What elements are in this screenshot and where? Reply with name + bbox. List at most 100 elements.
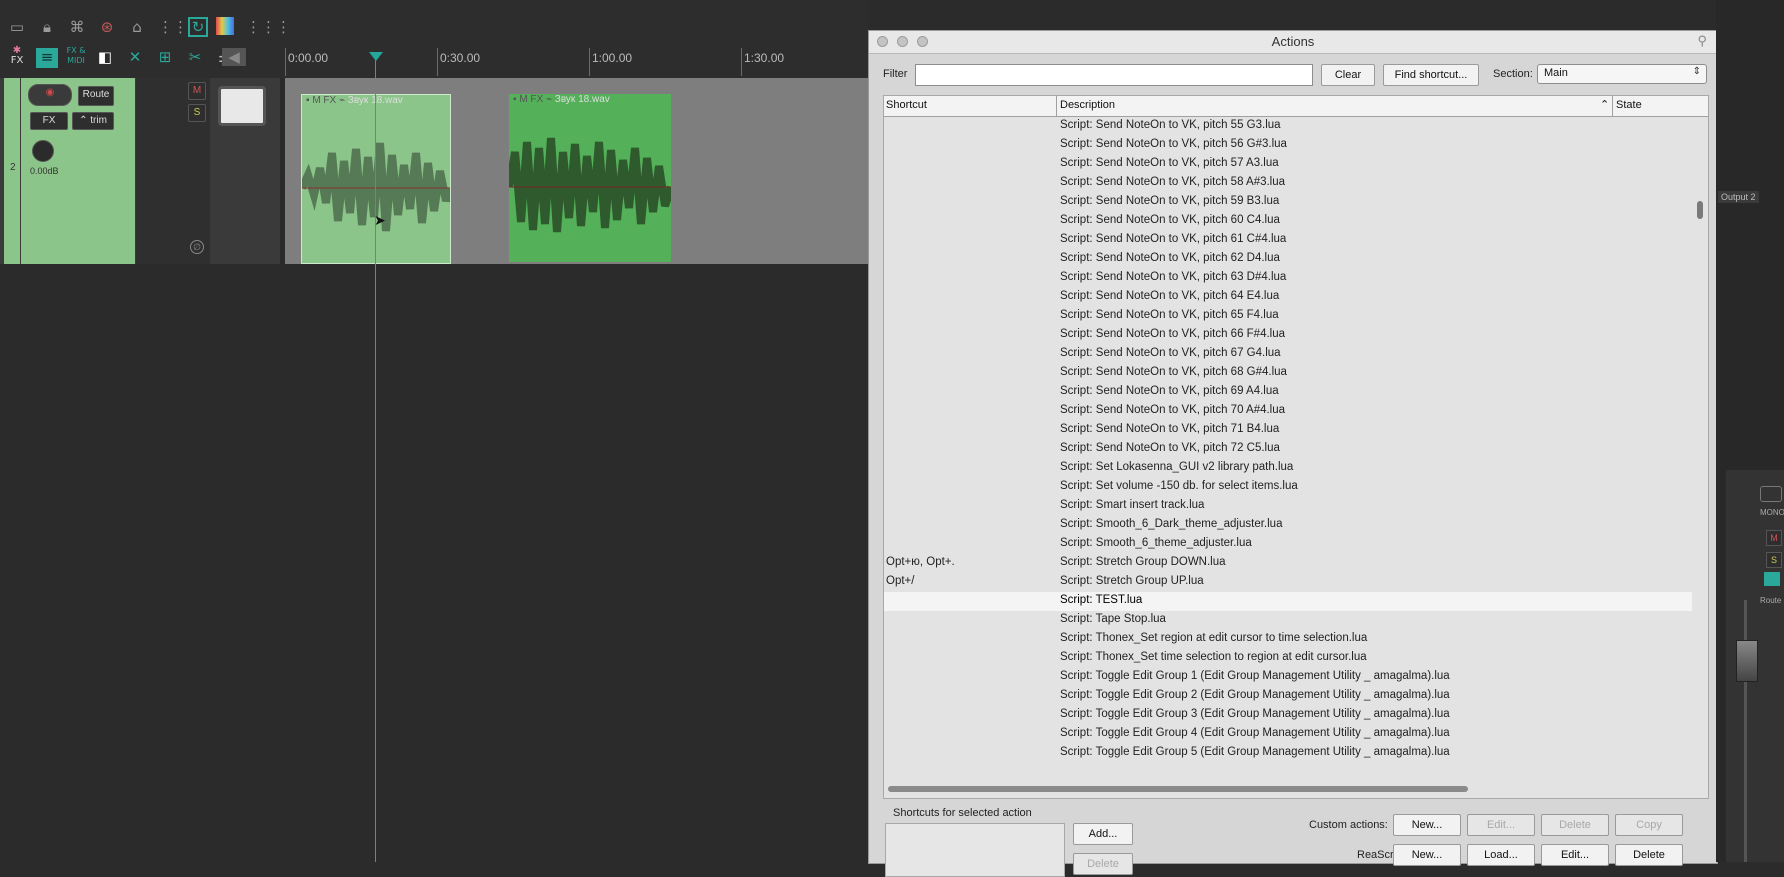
track-list-icon[interactable]: ≡ xyxy=(36,48,58,68)
table-row[interactable]: Script: Send NoteOn to VK, pitch 65 F4.l… xyxy=(884,307,1692,326)
table-row[interactable]: Script: Toggle Edit Group 4 (Edit Group … xyxy=(884,725,1692,744)
mixer-mute-button[interactable]: M xyxy=(1766,530,1782,546)
record-arm-button[interactable]: ◉ xyxy=(28,84,72,106)
table-row[interactable]: Script: Thonex_Set region at edit cursor… xyxy=(884,630,1692,649)
shortcuts-list[interactable] xyxy=(885,823,1065,877)
table-row[interactable]: Script: Thonex_Set time selection to reg… xyxy=(884,649,1692,668)
crossfade-icon[interactable]: ✕ xyxy=(126,48,144,66)
media-item[interactable]: ▪ M FX ⌁ Звук 18.wav xyxy=(301,94,451,264)
grid-icon[interactable]: ⋮⋮ xyxy=(158,18,188,36)
fx-button[interactable]: FX xyxy=(30,112,68,130)
horizontal-scroll-thumb[interactable] xyxy=(888,786,1468,792)
find-shortcut-button[interactable]: Find shortcut... xyxy=(1383,64,1479,86)
fx-midi-icon[interactable]: FX & MIDI xyxy=(62,46,90,68)
table-row[interactable]: Script: Send NoteOn to VK, pitch 61 C#4.… xyxy=(884,231,1692,250)
table-row[interactable]: Script: Send NoteOn to VK, pitch 68 G#4.… xyxy=(884,364,1692,383)
table-row[interactable]: Script: Send NoteOn to VK, pitch 56 G#3.… xyxy=(884,136,1692,155)
route-icon[interactable]: ⌘ xyxy=(68,18,86,36)
track-control-panel[interactable]: 2 ◉ Route FX ⌃ trim 0.00dB M S ∅ xyxy=(0,78,280,264)
reascript-delete-button[interactable]: Delete xyxy=(1615,844,1683,866)
state-column-header[interactable]: State xyxy=(1616,99,1642,111)
lock-icon[interactable]: 🔒︎ xyxy=(38,18,56,36)
playhead-marker-icon[interactable] xyxy=(369,52,383,61)
fader-handle[interactable] xyxy=(1736,640,1758,682)
table-row[interactable]: Script: Toggle Edit Group 2 (Edit Group … xyxy=(884,687,1692,706)
section-label: Section: xyxy=(1493,68,1533,80)
description-column-header[interactable]: Description xyxy=(1060,99,1115,111)
vertical-scroll-thumb[interactable] xyxy=(1697,201,1703,219)
column-divider[interactable] xyxy=(1612,96,1613,116)
custom-copy-button[interactable]: Copy xyxy=(1615,814,1683,836)
metronome-icon[interactable]: ⌂ xyxy=(128,18,146,36)
actions-list[interactable]: Shortcut Description ⌃ State Script: Sen… xyxy=(883,95,1709,799)
split-icon[interactable]: ✂ xyxy=(186,48,204,66)
table-row[interactable]: Script: Send NoteOn to VK, pitch 63 D#4.… xyxy=(884,269,1692,288)
clear-button[interactable]: Clear xyxy=(1321,64,1375,86)
table-row[interactable]: Script: Toggle Edit Group 3 (Edit Group … xyxy=(884,706,1692,725)
table-row[interactable]: Script: Send NoteOn to VK, pitch 72 C5.l… xyxy=(884,440,1692,459)
back-icon[interactable]: ◀ xyxy=(222,48,246,66)
mixer-solo-button[interactable]: S xyxy=(1766,552,1782,568)
table-row[interactable]: Script: Set Lokasenna_GUI v2 library pat… xyxy=(884,459,1692,478)
playhead-line xyxy=(375,55,376,862)
timeline-ruler[interactable]: 0:00.00 0:30.00 1:00.00 1:30.00 xyxy=(285,46,870,79)
color-icon[interactable] xyxy=(216,17,234,35)
mixer-route-icon[interactable] xyxy=(1764,572,1780,586)
delete-shortcut-button[interactable]: Delete xyxy=(1073,853,1133,875)
filter-input[interactable] xyxy=(915,64,1313,86)
phase-icon[interactable]: ∅ xyxy=(190,240,204,254)
table-row[interactable]: Script: Set volume -150 db. for select i… xyxy=(884,478,1692,497)
table-row[interactable]: Script: TEST.lua xyxy=(884,592,1692,611)
mute-button[interactable]: M xyxy=(188,82,206,100)
horizontal-scrollbar[interactable] xyxy=(884,781,1692,797)
table-row[interactable]: Script: Send NoteOn to VK, pitch 69 A4.l… xyxy=(884,383,1692,402)
fx-icon[interactable]: ✱ FX xyxy=(8,46,26,70)
table-row[interactable]: Script: Send NoteOn to VK, pitch 60 C4.l… xyxy=(884,212,1692,231)
media-item[interactable]: ▪ M FX ⌁ Звук 18.wav xyxy=(509,94,671,262)
table-row[interactable]: Script: Send NoteOn to VK, pitch 71 B4.l… xyxy=(884,421,1692,440)
apps-icon[interactable]: ⋮⋮⋮ xyxy=(246,18,291,36)
column-divider[interactable] xyxy=(1056,96,1057,116)
dialog-titlebar[interactable]: Actions ⚲ xyxy=(869,31,1717,54)
table-row[interactable]: Script: Send NoteOn to VK, pitch 57 A3.l… xyxy=(884,155,1692,174)
table-row[interactable]: Opt+ю, Opt+. Script: Stretch Group DOWN.l… xyxy=(884,554,1692,573)
table-row[interactable]: Script: Tape Stop.lua xyxy=(884,611,1692,630)
record-icon[interactable]: ⊛ xyxy=(98,18,116,36)
add-shortcut-button[interactable]: Add... xyxy=(1073,823,1133,845)
custom-new-button[interactable]: New... xyxy=(1393,814,1461,836)
vertical-scrollbar[interactable] xyxy=(1693,117,1707,779)
shortcut-column-header[interactable]: Shortcut xyxy=(886,99,927,111)
table-row[interactable]: Script: Smooth_6_theme_adjuster.lua xyxy=(884,535,1692,554)
table-row[interactable]: Script: Send NoteOn to VK, pitch 58 A#3.… xyxy=(884,174,1692,193)
table-row[interactable]: Script: Send NoteOn to VK, pitch 55 G3.l… xyxy=(884,117,1692,136)
table-row[interactable]: Script: Send NoteOn to VK, pitch 62 D4.l… xyxy=(884,250,1692,269)
volume-knob[interactable] xyxy=(32,140,54,162)
solo-button[interactable]: S xyxy=(188,104,206,122)
mixer-mute-label: M xyxy=(1770,533,1778,543)
table-row[interactable]: Script: Send NoteOn to VK, pitch 66 F#4.… xyxy=(884,326,1692,345)
mono-button[interactable] xyxy=(1760,486,1782,502)
table-row[interactable]: Opt+/ Script: Stretch Group UP.lua xyxy=(884,573,1692,592)
table-row[interactable]: Script: Send NoteOn to VK, pitch 59 B3.l… xyxy=(884,193,1692,212)
loop-icon[interactable]: ↻ xyxy=(188,17,208,37)
route-button[interactable]: Route xyxy=(78,86,114,106)
window-icon[interactable]: ▭ xyxy=(8,18,26,36)
custom-delete-button[interactable]: Delete xyxy=(1541,814,1609,836)
table-row[interactable]: Script: Smooth_6_Dark_theme_adjuster.lua xyxy=(884,516,1692,535)
table-row[interactable]: Script: Smart insert track.lua xyxy=(884,497,1692,516)
table-row[interactable]: Script: Send NoteOn to VK, pitch 70 A#4.… xyxy=(884,402,1692,421)
table-row[interactable]: Script: Send NoteOn to VK, pitch 64 E4.l… xyxy=(884,288,1692,307)
table-row[interactable]: Script: Send NoteOn to VK, pitch 67 G4.l… xyxy=(884,345,1692,364)
table-row[interactable]: Script: Toggle Edit Group 5 (Edit Group … xyxy=(884,744,1692,763)
reascript-edit-button[interactable]: Edit... xyxy=(1541,844,1609,866)
edit-icon[interactable]: ⊞ xyxy=(156,48,174,66)
pin-icon[interactable]: ⚲ xyxy=(1697,33,1707,49)
mixer-icon[interactable]: ◧ xyxy=(96,48,114,66)
reascript-new-button[interactable]: New... xyxy=(1393,844,1461,866)
trim-button[interactable]: ⌃ trim xyxy=(72,112,114,130)
arrange-view[interactable]: ▪ M FX ⌁ Звук 18.wav ▪ M FX ⌁ Звук 18.wa… xyxy=(285,78,870,264)
table-row[interactable]: Script: Toggle Edit Group 1 (Edit Group … xyxy=(884,668,1692,687)
reascript-load-button[interactable]: Load... xyxy=(1467,844,1535,866)
section-select[interactable]: Main ⇕ xyxy=(1537,64,1707,84)
custom-edit-button[interactable]: Edit... xyxy=(1467,814,1535,836)
